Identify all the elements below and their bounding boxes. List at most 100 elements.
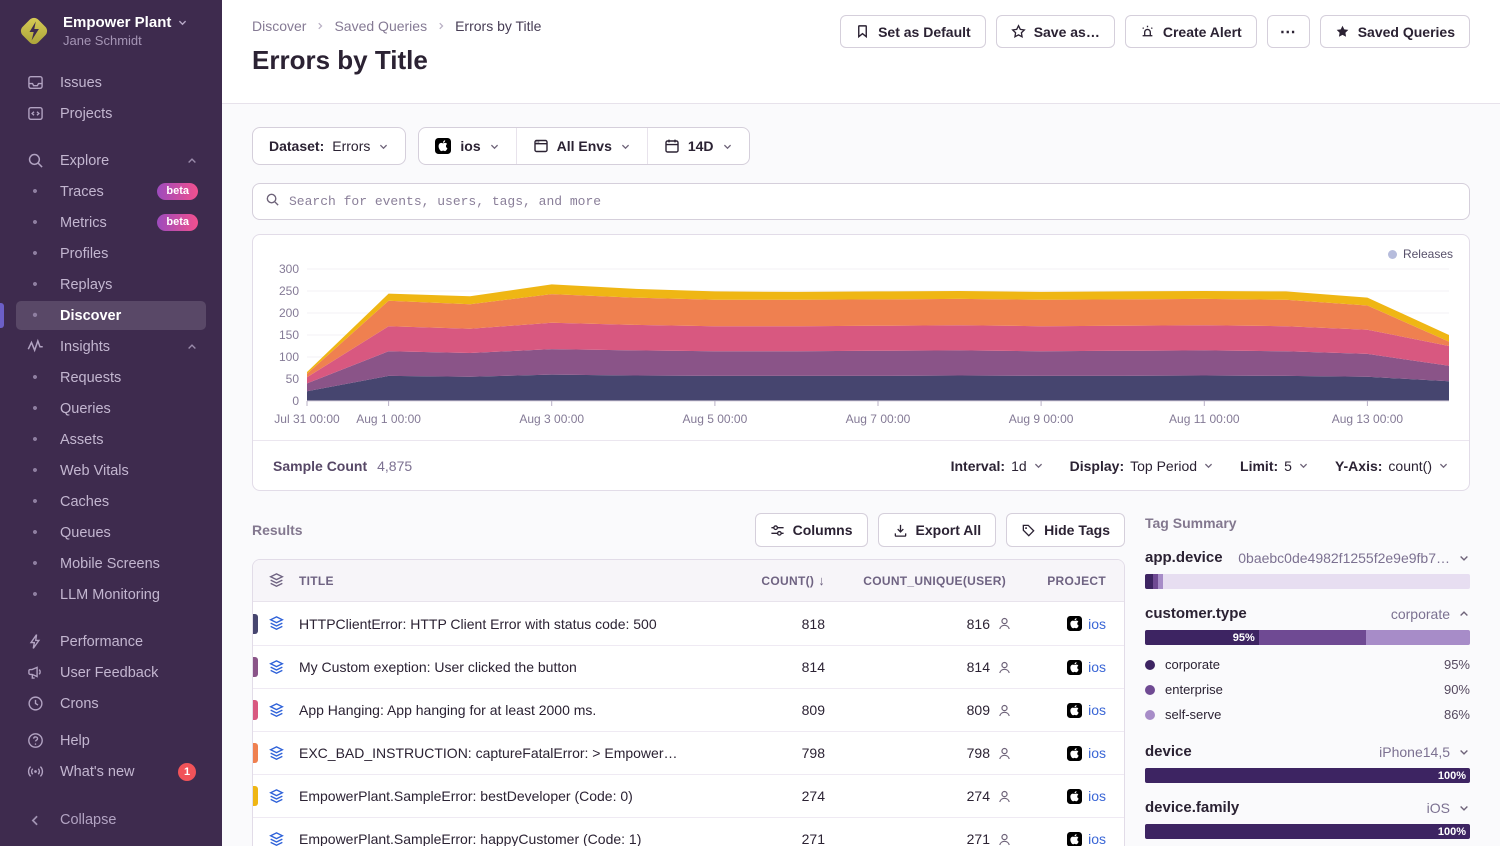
sidebar-item-mobile-screens[interactable]: •Mobile Screens [0,548,222,579]
sidebar-item-label: Explore [60,153,109,169]
table-row[interactable]: App Hanging: App hanging for at least 20… [253,688,1124,731]
tag-header[interactable]: app.device0baebc0de4982f1255f2e9e9fb7… [1145,549,1470,566]
sidebar-item-label: Assets [60,432,104,448]
tag-top-value: iOS [1249,800,1450,816]
sidebar-item-web-vitals[interactable]: •Web Vitals [0,455,222,486]
stack-icon[interactable] [253,831,299,846]
column-project[interactable]: PROJECT [1012,574,1124,588]
sidebar-item-performance[interactable]: Performance [0,626,222,657]
hide-tags-button[interactable]: Hide Tags [1006,513,1125,547]
row-count-unique-value: 271 [967,831,990,846]
column-count[interactable]: COUNT() ↓ [702,573,827,588]
row-title[interactable]: EmpowerPlant.SampleError: bestDeveloper … [299,788,702,804]
date-range-filter[interactable]: 14D [647,128,749,164]
tag-header[interactable]: customer.typecorporate [1145,605,1470,622]
project-filter[interactable]: ios [419,128,515,164]
sidebar-item-issues[interactable]: Issues [0,67,222,98]
tag-legend-row[interactable]: enterprise90% [1145,677,1470,702]
set-as-default-button[interactable]: Set as Default [840,15,986,48]
save-as-button[interactable]: Save as… [996,15,1115,48]
sidebar-collapse-button[interactable]: Collapse [0,794,222,846]
tag-header[interactable]: device.familyiOS [1145,799,1470,816]
sidebar-item-caches[interactable]: •Caches [0,486,222,517]
chart-legend[interactable]: Releases [1388,247,1453,261]
tag-distribution-bar[interactable]: 100% [1145,824,1470,839]
breadcrumb-saved-queries[interactable]: Saved Queries [334,18,427,34]
stack-icon[interactable] [253,659,299,676]
row-project-link[interactable]: ios [1012,702,1124,718]
sidebar-item-discover[interactable]: •Discover [0,300,222,331]
dataset-selector[interactable]: Dataset: Errors [252,127,406,165]
tag-bar-segment [1158,574,1163,589]
row-title[interactable]: EXC_BAD_INSTRUCTION: captureFatalError: … [299,745,702,761]
stack-icon[interactable] [253,615,299,632]
column-count-unique[interactable]: COUNT_UNIQUE(USER) [827,574,1012,588]
tag-legend-dot [1145,710,1155,720]
sidebar-item-profiles[interactable]: •Profiles [0,238,222,269]
sidebar-item-llm-monitoring[interactable]: •LLM Monitoring [0,579,222,610]
row-count-unique-value: 816 [967,616,990,632]
row-title[interactable]: EmpowerPlant.SampleError: happyCustomer … [299,831,702,846]
stack-icon[interactable] [253,745,299,762]
tag-distribution-bar[interactable] [1145,574,1470,589]
sidebar-item-explore[interactable]: Explore [0,145,222,176]
breadcrumb-discover[interactable]: Discover [252,18,306,34]
row-project-link[interactable]: ios [1012,616,1124,632]
search-input[interactable] [289,194,1457,209]
column-title[interactable]: TITLE [299,574,702,588]
chevron-down-icon [722,141,733,152]
sidebar-item-projects[interactable]: Projects [0,98,222,129]
stack-icon[interactable] [253,788,299,805]
display-selector[interactable]: Display: Top Period [1070,458,1214,474]
sidebar-item-crons[interactable]: Crons [0,688,222,719]
org-switcher[interactable]: Empower Plant Jane Schmidt [0,0,222,55]
stack-icon[interactable] [253,702,299,719]
interval-selector[interactable]: Interval: 1d [951,458,1044,474]
project-value: ios [460,138,480,154]
y-axis-selector[interactable]: Y-Axis: count() [1335,458,1449,474]
table-row[interactable]: EmpowerPlant.SampleError: happyCustomer … [253,817,1124,846]
sidebar-item-what-s-new[interactable]: What's new1 [0,756,222,787]
window-icon [533,138,549,154]
row-project-link[interactable]: ios [1012,659,1124,675]
sidebar-item-help[interactable]: Help [0,725,222,756]
row-title[interactable]: HTTPClientError: HTTP Client Error with … [299,616,702,632]
sidebar-item-insights[interactable]: Insights [0,331,222,362]
sidebar-item-metrics[interactable]: •Metricsbeta [0,207,222,238]
tag-legend-row[interactable]: corporate95% [1145,652,1470,677]
sidebar-item-replays[interactable]: •Replays [0,269,222,300]
sidebar-item-requests[interactable]: •Requests [0,362,222,393]
tag-legend-row[interactable]: self-serve86% [1145,702,1470,727]
sidebar-item-queues[interactable]: •Queues [0,517,222,548]
tag-distribution-bar[interactable]: 95% [1145,630,1470,645]
chart[interactable]: Jul 31 00:00Aug 1 00:00Aug 3 00:00Aug 5 … [253,235,1469,440]
columns-button[interactable]: Columns [755,513,868,547]
export-all-button[interactable]: Export All [878,513,997,547]
star-filled-icon [1335,24,1350,39]
table-row[interactable]: HTTPClientError: HTTP Client Error with … [253,602,1124,645]
row-title[interactable]: My Custom exeption: User clicked the but… [299,659,702,675]
row-title[interactable]: App Hanging: App hanging for at least 20… [299,702,702,718]
row-project-link[interactable]: ios [1012,745,1124,761]
page-title: Errors by Title [252,45,1470,76]
table-row[interactable]: EmpowerPlant.SampleError: bestDeveloper … [253,774,1124,817]
tag-distribution-bar[interactable]: 100% [1145,768,1470,783]
sidebar-item-assets[interactable]: •Assets [0,424,222,455]
table-row[interactable]: EXC_BAD_INSTRUCTION: captureFatalError: … [253,731,1124,774]
tag-header[interactable]: deviceiPhone14,5 [1145,743,1470,760]
limit-selector[interactable]: Limit: 5 [1240,458,1309,474]
table-row[interactable]: My Custom exeption: User clicked the but… [253,645,1124,688]
search-bar [252,183,1470,220]
saved-queries-button[interactable]: Saved Queries [1320,15,1470,48]
environment-filter[interactable]: All Envs [516,128,647,164]
more-options-button[interactable]: ⋯ [1267,15,1310,48]
sidebar-item-traces[interactable]: •Tracesbeta [0,176,222,207]
sidebar-item-user-feedback[interactable]: User Feedback [0,657,222,688]
broadcast-icon [26,763,44,781]
tag-device: deviceiPhone14,5 100% [1145,743,1470,783]
create-alert-button[interactable]: Create Alert [1125,15,1257,48]
row-project-link[interactable]: ios [1012,831,1124,846]
sidebar-item-queries[interactable]: •Queries [0,393,222,424]
series-color-chip [253,614,258,634]
row-project-link[interactable]: ios [1012,788,1124,804]
